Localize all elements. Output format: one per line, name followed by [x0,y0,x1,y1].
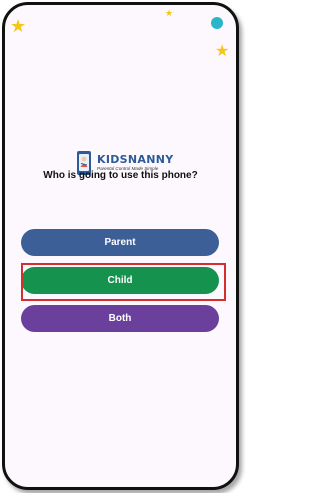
parent-button[interactable]: Parent [21,229,219,256]
brand-name: KIDSNANNY [97,153,174,166]
star-icon: ★ [165,8,174,18]
star-icon: ★ [10,16,27,36]
decorative-dot [211,17,223,29]
both-button[interactable]: Both [21,305,219,332]
phone-frame: ★ ★ ★ KIDSNANNY Parental Control Made Si… [2,2,239,490]
star-icon: ★ [215,43,230,60]
user-type-question: Who is going to use this phone? [43,170,198,181]
child-button[interactable]: Child [21,267,219,294]
